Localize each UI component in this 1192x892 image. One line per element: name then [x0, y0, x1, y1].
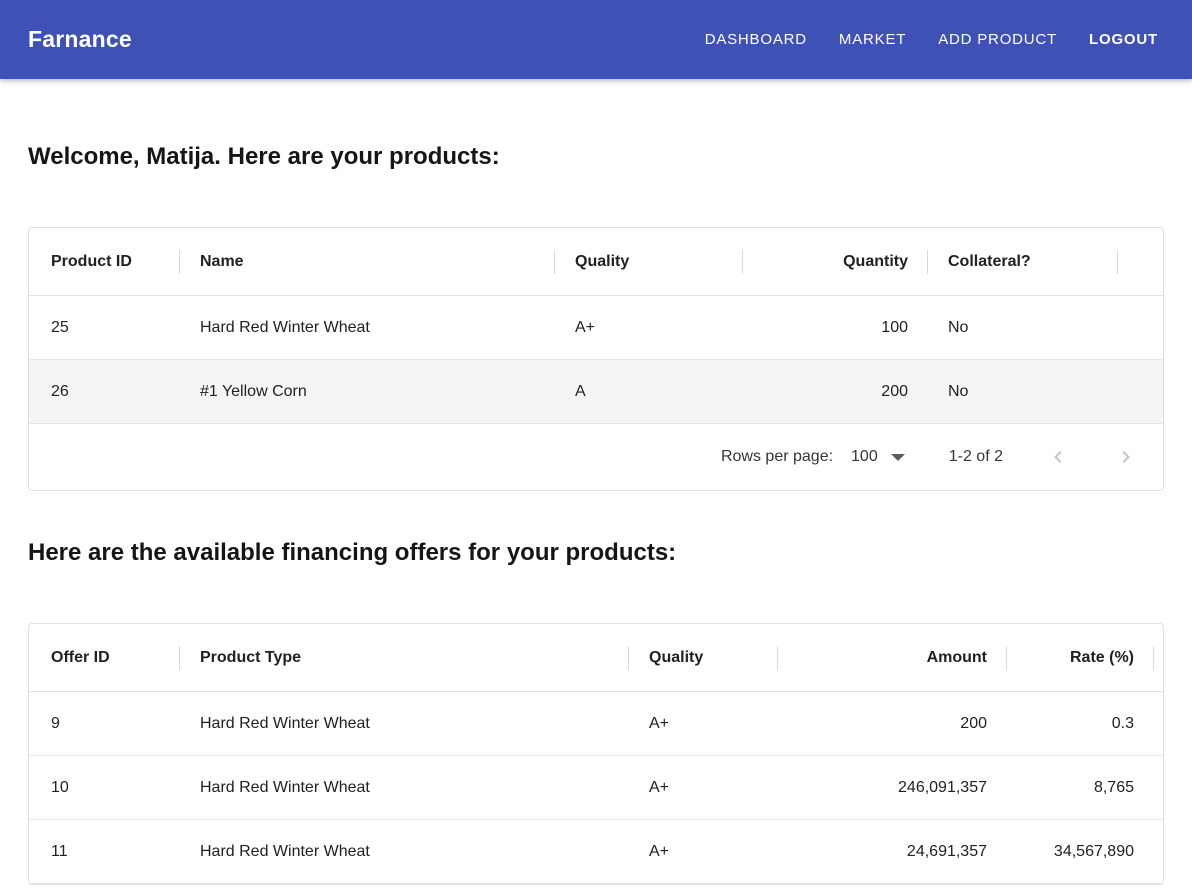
rows-per-page-value: 100: [851, 448, 878, 466]
product-row: 26 #1 Yellow Corn A 200 No: [29, 360, 1163, 424]
offers-heading: Here are the available financing offers …: [28, 539, 1164, 567]
app-brand[interactable]: Farnance: [28, 26, 132, 53]
offer-row: 10 Hard Red Winter Wheat A+ 246,091,357 …: [29, 756, 1163, 820]
products-table-header-row: Product ID Name Quality Quantity Collate…: [29, 228, 1163, 296]
column-header-quantity: Quantity: [743, 253, 928, 271]
cell-quantity: 200: [743, 383, 928, 401]
cell-offer-id: 11: [29, 843, 180, 861]
cell-rate: 34,567,890: [1007, 843, 1154, 861]
rows-per-page-label: Rows per page:: [721, 448, 833, 466]
previous-page-button[interactable]: [1045, 444, 1071, 470]
cell-quality: A+: [555, 319, 743, 337]
column-header-quality: Quality: [629, 649, 778, 667]
product-row: 25 Hard Red Winter Wheat A+ 100 No: [29, 296, 1163, 360]
cell-amount: 200: [778, 715, 1007, 733]
chevron-right-icon: [1114, 445, 1138, 469]
cell-product-type: Hard Red Winter Wheat: [180, 779, 629, 797]
rows-per-page-select[interactable]: 100: [851, 448, 905, 466]
cell-amount: 246,091,357: [778, 779, 1007, 797]
cell-quality: A: [555, 383, 743, 401]
cell-amount: 24,691,357: [778, 843, 1007, 861]
pagination-bar: Rows per page: 100 1-2 of 2: [29, 424, 1163, 490]
cell-product-id: 25: [29, 319, 180, 337]
cell-product-type: Hard Red Winter Wheat: [180, 843, 629, 861]
column-header-product-type: Product Type: [180, 649, 629, 667]
offer-row: 9 Hard Red Winter Wheat A+ 200 0.3: [29, 692, 1163, 756]
nav-item-market[interactable]: MARKET: [839, 31, 906, 48]
column-header-offer-id: Offer ID: [29, 649, 180, 667]
cell-quality: A+: [629, 779, 778, 797]
nav-menu: DASHBOARD MARKET ADD PRODUCT LOGOUT: [705, 31, 1158, 48]
offers-table-header-row: Offer ID Product Type Quality Amount Rat…: [29, 624, 1163, 692]
next-page-button[interactable]: [1113, 444, 1139, 470]
column-header-quality: Quality: [555, 253, 743, 271]
cell-quality: A+: [629, 843, 778, 861]
cell-quantity: 100: [743, 319, 928, 337]
cell-rate: 0.3: [1007, 715, 1154, 733]
offer-row: 11 Hard Red Winter Wheat A+ 24,691,357 3…: [29, 820, 1163, 884]
navbar: Farnance DASHBOARD MARKET ADD PRODUCT LO…: [0, 0, 1192, 79]
cell-offer-id: 10: [29, 779, 180, 797]
column-header-amount: Amount: [778, 649, 1007, 667]
column-header-collateral: Collateral?: [928, 253, 1118, 271]
chevron-left-icon: [1046, 445, 1070, 469]
column-header-name: Name: [180, 253, 555, 271]
column-header-product-id: Product ID: [29, 253, 180, 271]
cell-product-id: 26: [29, 383, 180, 401]
nav-item-logout[interactable]: LOGOUT: [1089, 31, 1158, 48]
cell-name: Hard Red Winter Wheat: [180, 319, 555, 337]
welcome-heading: Welcome, Matija. Here are your products:: [28, 143, 1164, 171]
nav-item-add-product[interactable]: ADD PRODUCT: [938, 31, 1057, 48]
cell-quality: A+: [629, 715, 778, 733]
column-header-rate: Rate (%): [1007, 649, 1154, 667]
nav-item-dashboard[interactable]: DASHBOARD: [705, 31, 807, 48]
caret-down-icon: [891, 454, 905, 461]
cell-rate: 8,765: [1007, 779, 1154, 797]
cell-collateral: No: [928, 383, 1118, 401]
products-table: Product ID Name Quality Quantity Collate…: [28, 227, 1164, 491]
offers-table: Offer ID Product Type Quality Amount Rat…: [28, 623, 1164, 885]
cell-product-type: Hard Red Winter Wheat: [180, 715, 629, 733]
cell-name: #1 Yellow Corn: [180, 383, 555, 401]
page-range-label: 1-2 of 2: [949, 448, 1003, 466]
cell-collateral: No: [928, 319, 1118, 337]
cell-offer-id: 9: [29, 715, 180, 733]
